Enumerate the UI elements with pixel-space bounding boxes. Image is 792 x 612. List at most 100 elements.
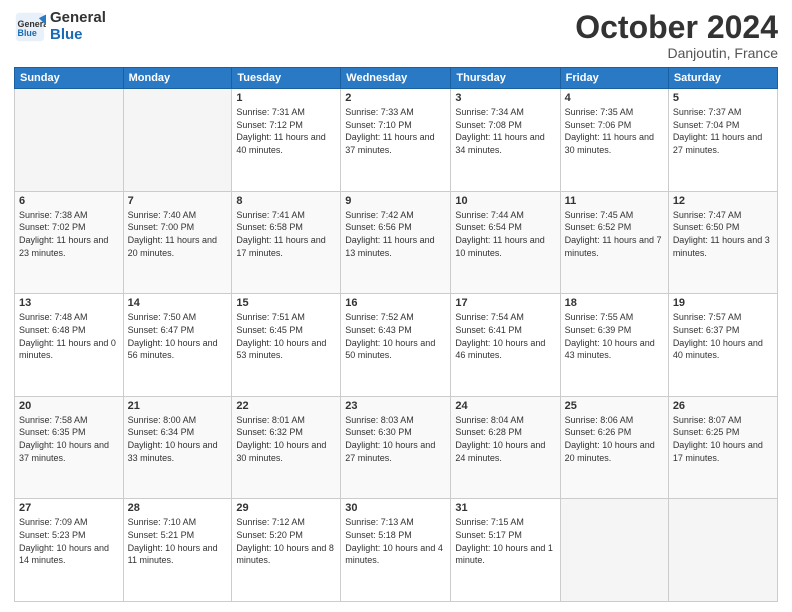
svg-text:Blue: Blue — [18, 27, 37, 37]
calendar-cell — [668, 499, 777, 602]
day-info: Sunrise: 7:15 AM Sunset: 5:17 PM Dayligh… — [455, 516, 555, 566]
day-number: 1 — [236, 92, 336, 104]
day-number: 8 — [236, 195, 336, 207]
day-info: Sunrise: 7:45 AM Sunset: 6:52 PM Dayligh… — [565, 209, 664, 259]
day-header-sunday: Sunday — [15, 68, 124, 89]
calendar-cell: 6 Sunrise: 7:38 AM Sunset: 7:02 PM Daylig… — [15, 191, 124, 294]
day-number: 3 — [455, 92, 555, 104]
location: Danjoutin, France — [575, 45, 778, 61]
day-header-thursday: Thursday — [451, 68, 560, 89]
calendar-cell: 15 Sunrise: 7:51 AM Sunset: 6:45 PM Dayli… — [232, 294, 341, 397]
day-info: Sunrise: 7:47 AM Sunset: 6:50 PM Dayligh… — [673, 209, 773, 259]
day-number: 12 — [673, 195, 773, 207]
day-info: Sunrise: 7:10 AM Sunset: 5:21 PM Dayligh… — [128, 516, 228, 566]
day-info: Sunrise: 7:31 AM Sunset: 7:12 PM Dayligh… — [236, 106, 336, 156]
calendar-cell: 10Sunrise: 7:44 AM Sunset: 6:54 PM Dayli… — [451, 191, 560, 294]
day-number: 29 — [236, 502, 336, 514]
day-number: 26 — [673, 400, 773, 412]
calendar-cell: 23Sunrise: 8:03 AM Sunset: 6:30 PM Dayli… — [341, 396, 451, 499]
calendar-cell — [560, 499, 668, 602]
calendar-cell: 25 Sunrise: 8:06 AM Sunset: 6:26 PM Dayli… — [560, 396, 668, 499]
day-number: 27 — [19, 502, 119, 514]
calendar-cell: 20Sunrise: 7:58 AM Sunset: 6:35 PM Dayli… — [15, 396, 124, 499]
day-number: 7 — [128, 195, 228, 207]
day-info: Sunrise: 7:33 AM Sunset: 7:10 PM Dayligh… — [345, 106, 446, 156]
day-info: Sunrise: 7:55 AM Sunset: 6:39 PM Dayligh… — [565, 311, 664, 361]
logo-blue: Blue — [50, 27, 106, 44]
day-number: 5 — [673, 92, 773, 104]
logo: General Blue General Blue — [14, 10, 106, 43]
day-info: Sunrise: 8:01 AM Sunset: 6:32 PM Dayligh… — [236, 414, 336, 464]
day-info: Sunrise: 8:07 AM Sunset: 6:25 PM Dayligh… — [673, 414, 773, 464]
day-info: Sunrise: 8:06 AM Sunset: 6:26 PM Dayligh… — [565, 414, 664, 464]
calendar-cell — [15, 89, 124, 192]
day-header-saturday: Saturday — [668, 68, 777, 89]
calendar-cell: 5 Sunrise: 7:37 AM Sunset: 7:04 PM Daylig… — [668, 89, 777, 192]
day-number: 15 — [236, 297, 336, 309]
day-number: 4 — [565, 92, 664, 104]
calendar-cell: 13 Sunrise: 7:48 AM Sunset: 6:48 PM Dayli… — [15, 294, 124, 397]
day-info: Sunrise: 7:44 AM Sunset: 6:54 PM Dayligh… — [455, 209, 555, 259]
day-info: Sunrise: 7:38 AM Sunset: 7:02 PM Dayligh… — [19, 209, 119, 259]
calendar-cell: 29 Sunrise: 7:12 AM Sunset: 5:20 PM Dayli… — [232, 499, 341, 602]
month-title: October 2024 — [575, 10, 778, 45]
day-info: Sunrise: 7:41 AM Sunset: 6:58 PM Dayligh… — [236, 209, 336, 259]
calendar-cell: 1 Sunrise: 7:31 AM Sunset: 7:12 PM Daylig… — [232, 89, 341, 192]
calendar-cell: 3 Sunrise: 7:34 AM Sunset: 7:08 PM Daylig… — [451, 89, 560, 192]
day-info: Sunrise: 7:12 AM Sunset: 5:20 PM Dayligh… — [236, 516, 336, 566]
calendar-cell: 30Sunrise: 7:13 AM Sunset: 5:18 PM Dayli… — [341, 499, 451, 602]
day-number: 17 — [455, 297, 555, 309]
day-header-tuesday: Tuesday — [232, 68, 341, 89]
day-number: 21 — [128, 400, 228, 412]
day-info: Sunrise: 7:34 AM Sunset: 7:08 PM Dayligh… — [455, 106, 555, 156]
calendar-cell: 9 Sunrise: 7:42 AM Sunset: 6:56 PM Daylig… — [341, 191, 451, 294]
day-info: Sunrise: 7:51 AM Sunset: 6:45 PM Dayligh… — [236, 311, 336, 361]
day-number: 23 — [345, 400, 446, 412]
calendar-cell: 18 Sunrise: 7:55 AM Sunset: 6:39 PM Dayli… — [560, 294, 668, 397]
day-number: 28 — [128, 502, 228, 514]
day-number: 9 — [345, 195, 446, 207]
day-number: 11 — [565, 195, 664, 207]
calendar-cell: 24 Sunrise: 8:04 AM Sunset: 6:28 PM Dayli… — [451, 396, 560, 499]
calendar-cell: 14Sunrise: 7:50 AM Sunset: 6:47 PM Dayli… — [123, 294, 232, 397]
day-info: Sunrise: 7:37 AM Sunset: 7:04 PM Dayligh… — [673, 106, 773, 156]
day-info: Sunrise: 7:52 AM Sunset: 6:43 PM Dayligh… — [345, 311, 446, 361]
calendar-cell: 7Sunrise: 7:40 AM Sunset: 7:00 PM Daylig… — [123, 191, 232, 294]
calendar-cell: 2Sunrise: 7:33 AM Sunset: 7:10 PM Daylig… — [341, 89, 451, 192]
day-info: Sunrise: 7:50 AM Sunset: 6:47 PM Dayligh… — [128, 311, 228, 361]
day-info: Sunrise: 7:09 AM Sunset: 5:23 PM Dayligh… — [19, 516, 119, 566]
day-number: 22 — [236, 400, 336, 412]
day-info: Sunrise: 7:13 AM Sunset: 5:18 PM Dayligh… — [345, 516, 446, 566]
calendar-cell: 12 Sunrise: 7:47 AM Sunset: 6:50 PM Dayli… — [668, 191, 777, 294]
calendar-cell: 21 Sunrise: 8:00 AM Sunset: 6:34 PM Dayli… — [123, 396, 232, 499]
logo-general: General — [50, 10, 106, 27]
day-info: Sunrise: 7:42 AM Sunset: 6:56 PM Dayligh… — [345, 209, 446, 259]
logo-icon: General Blue — [14, 11, 46, 43]
day-info: Sunrise: 7:48 AM Sunset: 6:48 PM Dayligh… — [19, 311, 119, 361]
calendar-cell: 22 Sunrise: 8:01 AM Sunset: 6:32 PM Dayli… — [232, 396, 341, 499]
day-number: 25 — [565, 400, 664, 412]
day-header-wednesday: Wednesday — [341, 68, 451, 89]
calendar-cell: 19Sunrise: 7:57 AM Sunset: 6:37 PM Dayli… — [668, 294, 777, 397]
calendar-cell: 4Sunrise: 7:35 AM Sunset: 7:06 PM Daylig… — [560, 89, 668, 192]
day-info: Sunrise: 8:04 AM Sunset: 6:28 PM Dayligh… — [455, 414, 555, 464]
day-header-monday: Monday — [123, 68, 232, 89]
day-number: 6 — [19, 195, 119, 207]
day-number: 20 — [19, 400, 119, 412]
day-info: Sunrise: 8:00 AM Sunset: 6:34 PM Dayligh… — [128, 414, 228, 464]
day-info: Sunrise: 7:54 AM Sunset: 6:41 PM Dayligh… — [455, 311, 555, 361]
calendar-cell: 27 Sunrise: 7:09 AM Sunset: 5:23 PM Dayli… — [15, 499, 124, 602]
day-number: 13 — [19, 297, 119, 309]
calendar-cell — [123, 89, 232, 192]
day-header-friday: Friday — [560, 68, 668, 89]
calendar-cell: 28 Sunrise: 7:10 AM Sunset: 5:21 PM Dayli… — [123, 499, 232, 602]
day-number: 24 — [455, 400, 555, 412]
calendar-cell: 17 Sunrise: 7:54 AM Sunset: 6:41 PM Dayli… — [451, 294, 560, 397]
day-info: Sunrise: 7:57 AM Sunset: 6:37 PM Dayligh… — [673, 311, 773, 361]
day-number: 31 — [455, 502, 555, 514]
title-block: October 2024 Danjoutin, France — [575, 10, 778, 61]
calendar-cell: 31 Sunrise: 7:15 AM Sunset: 5:17 PM Dayli… — [451, 499, 560, 602]
calendar-cell: 8 Sunrise: 7:41 AM Sunset: 6:58 PM Daylig… — [232, 191, 341, 294]
day-number: 18 — [565, 297, 664, 309]
calendar-cell: 16Sunrise: 7:52 AM Sunset: 6:43 PM Dayli… — [341, 294, 451, 397]
